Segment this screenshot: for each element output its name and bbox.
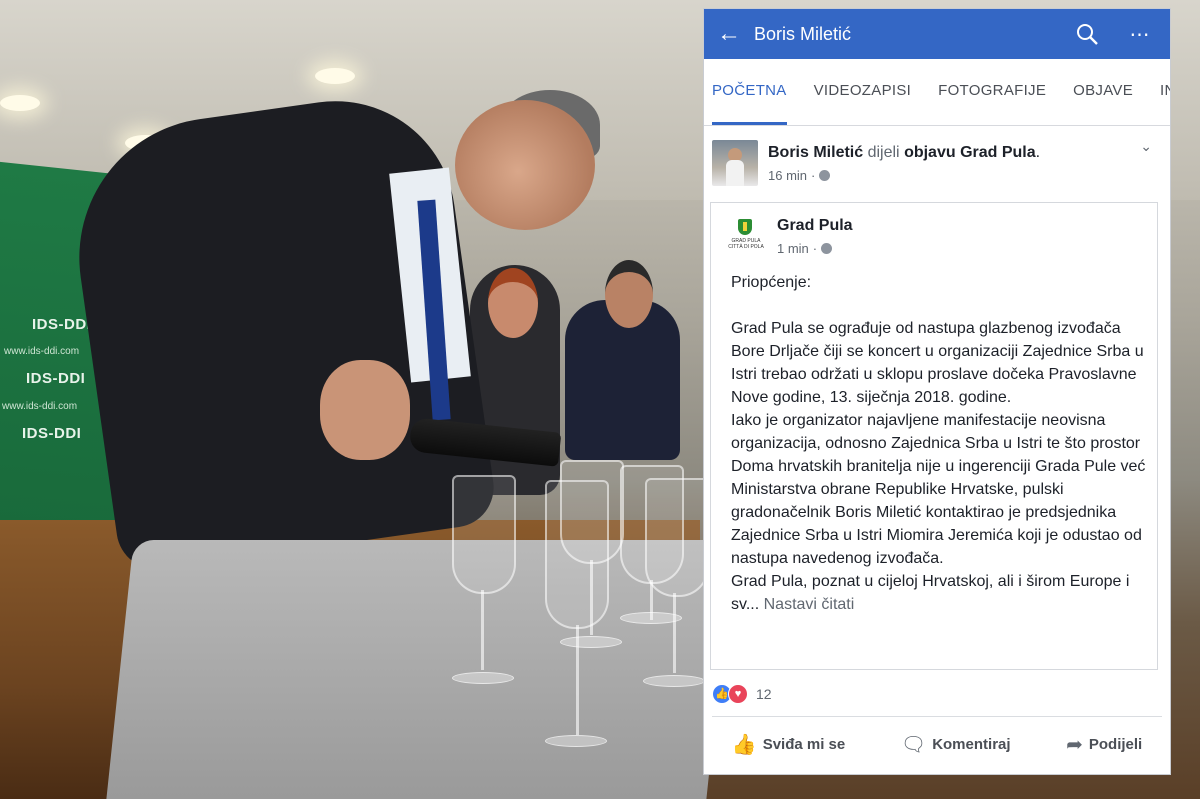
globe-icon	[821, 243, 833, 254]
share-button[interactable]: ➦ Podijeli	[1066, 732, 1142, 757]
shares-verb: dijeli	[867, 144, 900, 161]
post-header-line: Boris Miletić dijeli objavu Grad Pula.	[768, 144, 1041, 161]
glass-foot	[545, 735, 607, 747]
post-header: Boris Miletić dijeli objavu Grad Pula. 1…	[712, 140, 1040, 186]
wall-website: www.ids-ddi.com	[4, 346, 80, 357]
glass-foot	[452, 672, 514, 684]
wall-logo: IDS-DDI	[22, 425, 82, 442]
shared-post-header: GRAD PULA CITTÀ DI POLA Grad Pula 1 min …	[725, 215, 853, 257]
logo-text: GRAD PULA CITTÀ DI POLA	[728, 238, 764, 250]
shared-post[interactable]: GRAD PULA CITTÀ DI POLA Grad Pula 1 min …	[710, 202, 1158, 670]
tab-fotografije[interactable]: FOTOGRAFIJE	[938, 59, 1046, 125]
wall-website: www.ids-ddi.com	[2, 401, 78, 412]
woman-head	[488, 268, 538, 338]
share-label: Podijeli	[1088, 735, 1143, 753]
search-icon[interactable]	[1064, 22, 1110, 46]
shared-author[interactable]: Grad Pula	[777, 217, 853, 235]
post-author[interactable]: Boris Miletić	[768, 144, 863, 161]
man-head	[455, 100, 595, 230]
tab-info[interactable]: INF	[1160, 59, 1170, 125]
like-button[interactable]: 👍 Sviđa mi se	[732, 732, 845, 757]
wall-logo: IDS-DDI	[32, 316, 92, 333]
post-meta: 16 min ·	[768, 168, 1040, 183]
page-tabs: POČETNA VIDEOZAPISI FOTOGRAFIJE OBJAVE I…	[704, 59, 1170, 126]
reactions-summary[interactable]: 👍 ♥ 12	[712, 684, 772, 704]
glass-stem	[673, 593, 676, 673]
champagne-glass	[452, 475, 516, 594]
glass-foot	[560, 636, 622, 648]
ceiling-light	[0, 95, 40, 111]
like-label: Sviđa mi se	[762, 735, 846, 753]
man-in-suit-head	[605, 260, 653, 328]
app-top-bar: ← Boris Miletić ⋯	[704, 9, 1170, 59]
tab-pocetna[interactable]: POČETNA	[712, 59, 787, 125]
post-heading: Priopćenje:	[731, 274, 812, 291]
glass-stem	[590, 560, 593, 635]
wall-logo: IDS-DDI	[26, 370, 86, 387]
page-title: Boris Miletić	[754, 23, 852, 44]
glass-stem	[481, 590, 484, 670]
thumbs-up-icon: 👍	[731, 733, 757, 756]
comment-label: Komentiraj	[932, 735, 1011, 753]
champagne-glass	[560, 460, 624, 564]
shared-meta: 1 min ·	[777, 241, 853, 256]
shared-post-text: Priopćenje: Grad Pula se ograđuje od nas…	[731, 271, 1151, 616]
divider	[712, 716, 1162, 717]
post-paragraph: Iako je organizator najavljene manifesta…	[731, 412, 1146, 567]
comment-button[interactable]: 🗨 Komentiraj	[901, 732, 1011, 757]
post-paragraph: Grad Pula, poznat u cijeloj Hrvatskoj, a…	[731, 570, 1151, 616]
tab-videozapisi[interactable]: VIDEOZAPISI	[814, 59, 912, 125]
ceiling-light	[315, 68, 355, 84]
glass-foot	[643, 675, 705, 687]
avatar[interactable]	[712, 140, 758, 186]
post-paragraph: Grad Pula se ograđuje od nastupa glazben…	[731, 320, 1144, 406]
post-card: Boris Miletić dijeli objavu Grad Pula. 1…	[704, 126, 1170, 774]
coat-of-arms-icon	[738, 219, 752, 235]
globe-icon	[819, 170, 831, 181]
tab-objave[interactable]: OBJAVE	[1073, 59, 1133, 125]
man-hand	[320, 360, 410, 460]
arrow-left-icon[interactable]: ←	[704, 20, 754, 48]
shared-object-link[interactable]: objavu Grad Pula	[904, 144, 1036, 161]
more-dots-icon[interactable]: ⋯	[1110, 22, 1170, 47]
grad-pula-logo[interactable]: GRAD PULA CITTÀ DI POLA	[725, 215, 767, 257]
shared-time[interactable]: 1 min	[777, 241, 809, 256]
champagne-glass	[645, 478, 709, 597]
share-arrow-icon: ➦	[1066, 733, 1083, 756]
read-more-link[interactable]: Nastavi čitati	[764, 596, 855, 613]
reactions-count: 12	[756, 686, 772, 702]
love-reaction-icon: ♥	[728, 684, 748, 704]
post-time[interactable]: 16 min	[768, 168, 807, 183]
comment-bubble-icon: 🗨	[900, 733, 927, 756]
chevron-down-icon[interactable]: ⌄	[1140, 138, 1152, 155]
post-actions: 👍 Sviđa mi se 🗨 Komentiraj ➦ Podijeli	[704, 722, 1170, 766]
facebook-post-screenshot: ← Boris Miletić ⋯ POČETNA VIDEOZAPISI FO…	[704, 9, 1170, 774]
